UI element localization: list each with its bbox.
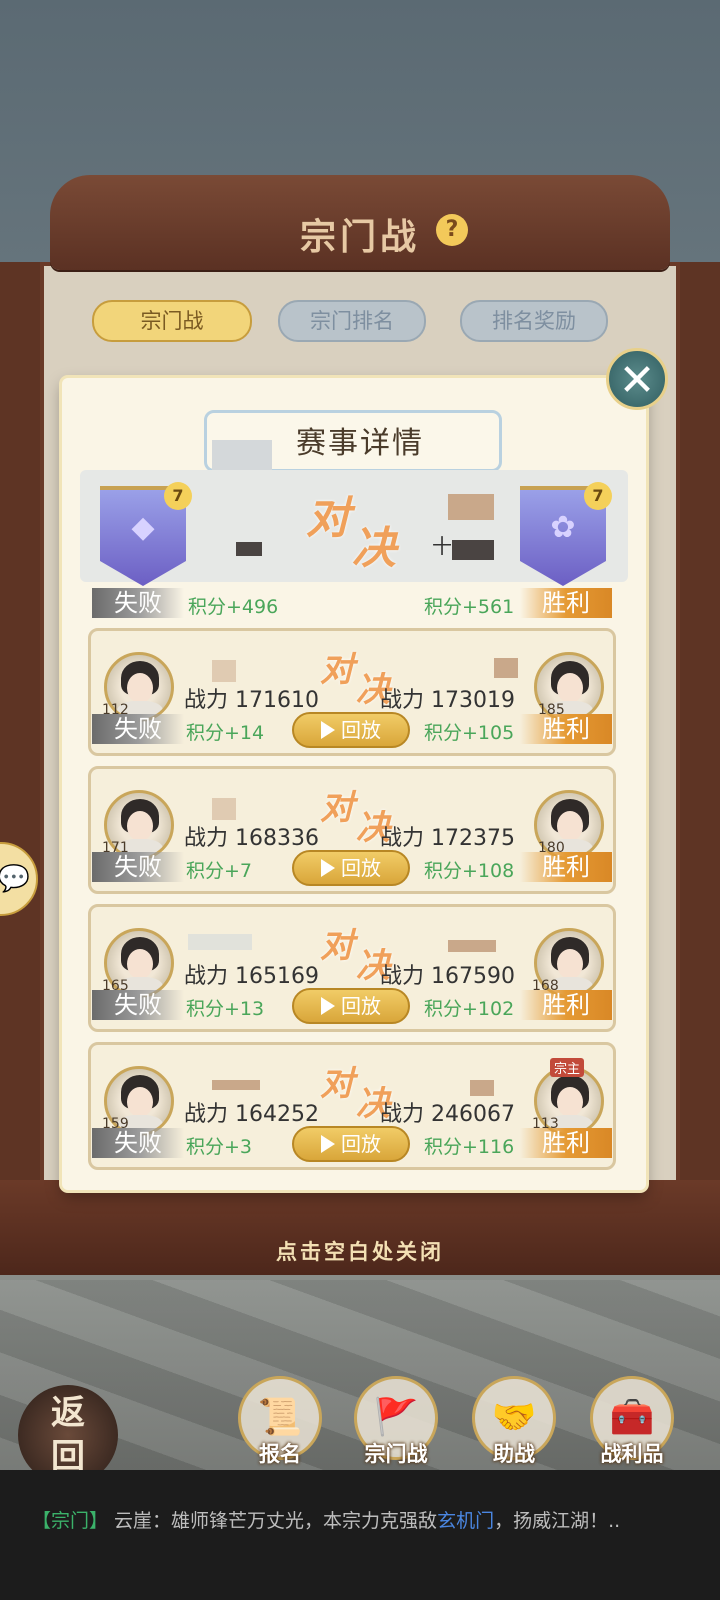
left-player-power: 战力 164252 [184, 1102, 319, 1127]
chat-text: 云崖：雄师锋芒万丈光，本宗力克强敌 [108, 1510, 438, 1532]
close-hint[interactable]: 点击空白处关闭 [0, 1236, 720, 1266]
chat-bar[interactable] [0, 1470, 720, 1600]
chat-text-end: ，扬威江湖！.. [494, 1510, 621, 1532]
left-sect-name-masked [212, 440, 272, 470]
replay-label: 回放 [341, 856, 381, 880]
close-icon[interactable]: ✕ [606, 348, 668, 410]
right-player-points: 积分+108 [424, 860, 515, 882]
lose-tag: 失败 [92, 852, 184, 882]
nav-sect-war[interactable]: 宗门战 [346, 1438, 446, 1468]
vs-label-a: 对 [320, 926, 354, 966]
vs-label-a: 对 [320, 1064, 354, 1104]
left-player-points: 积分+3 [186, 1136, 253, 1158]
left-pillar [0, 262, 40, 1262]
lose-tag: 失败 [92, 1128, 184, 1158]
right-sect-level: 7 [584, 482, 612, 510]
vs-label-a: 对 [306, 493, 350, 544]
right-player-power: 战力 172375 [380, 826, 515, 851]
replay-button[interactable]: 回放 [292, 850, 410, 886]
win-tag: 胜利 [520, 990, 612, 1020]
right-player-name-masked [494, 658, 518, 678]
lose-tag: 失败 [92, 714, 184, 744]
chat-channel: 【宗门】 [32, 1510, 109, 1532]
play-icon [321, 997, 335, 1015]
right-player-name-masked [470, 1080, 494, 1096]
replay-label: 回放 [341, 994, 381, 1018]
chat-sect-link[interactable]: 玄机门 [437, 1510, 494, 1532]
right-player-points: 积分+116 [424, 1136, 515, 1158]
left-player-power: 战力 165169 [184, 964, 319, 989]
left-sect-emblem-icon: ◆ [131, 510, 155, 545]
left-player-points: 积分+7 [186, 860, 253, 882]
win-tag: 胜利 [520, 1128, 612, 1158]
left-player-name-masked [212, 798, 236, 820]
summary-left-points: 积分+496 [188, 596, 279, 618]
right-player-points: 积分+105 [424, 722, 515, 744]
chat-message[interactable]: 【宗门】 云崖：雄师锋芒万丈光，本宗力克强敌玄机门，扬威江湖！.. [32, 1506, 620, 1533]
vs-label-a: 对 [320, 650, 354, 690]
left-player-name-masked [212, 660, 236, 682]
vs-label-a: 对 [320, 788, 354, 828]
replay-button[interactable]: 回放 [292, 1126, 410, 1162]
left-player-name-masked [212, 1080, 260, 1090]
right-player-power: 战力 246067 [380, 1102, 515, 1127]
sect-leader-badge: 宗主 [550, 1058, 585, 1077]
left-sect-level: 7 [164, 482, 192, 510]
tab-sect-ranking[interactable]: 宗门排名 [278, 300, 426, 342]
back-label: 返回 [51, 1393, 85, 1477]
left-player-points: 积分+13 [186, 998, 265, 1020]
dialog-title: 赛事详情 [296, 426, 424, 461]
replay-label: 回放 [341, 1132, 381, 1156]
right-player-power: 战力 173019 [380, 688, 515, 713]
play-icon [321, 721, 335, 739]
panel-title: 宗门战 [299, 217, 420, 258]
nav-register[interactable]: 报名 [230, 1438, 330, 1468]
tab-ranking-rewards[interactable]: 排名奖励 [460, 300, 608, 342]
replay-label: 回放 [341, 718, 381, 742]
win-tag: 胜利 [520, 714, 612, 744]
right-sect-name: 十 [432, 534, 452, 558]
left-player-points: 积分+14 [186, 722, 265, 744]
win-tag: 胜利 [520, 852, 612, 882]
play-icon [321, 859, 335, 877]
right-player-name-masked [448, 940, 496, 952]
nav-assist[interactable]: 助战 [464, 1438, 564, 1468]
play-icon [321, 1135, 335, 1153]
right-player-points: 积分+102 [424, 998, 515, 1020]
summary-right-points: 积分+561 [424, 596, 515, 618]
right-pillar [680, 262, 720, 1262]
replay-button[interactable]: 回放 [292, 712, 410, 748]
nav-loot[interactable]: 战利品 [582, 1438, 682, 1468]
help-icon[interactable]: ? [436, 214, 468, 246]
left-player-power: 战力 168336 [184, 826, 319, 851]
lose-tag: 失败 [92, 990, 184, 1020]
tab-sect-war[interactable]: 宗门战 [92, 300, 252, 342]
left-player-power: 战力 171610 [184, 688, 319, 713]
right-player-power: 战力 167590 [380, 964, 515, 989]
right-sect-name-masked [448, 494, 494, 520]
right-sect-name-masked [452, 540, 494, 560]
summary-win-tag: 胜利 [520, 588, 612, 618]
left-player-name-masked [188, 934, 252, 950]
left-sect-name-masked [236, 542, 262, 556]
replay-button[interactable]: 回放 [292, 988, 410, 1024]
summary-lose-tag: 失败 [92, 588, 184, 618]
right-sect-emblem-icon: ✿ [550, 510, 576, 545]
vs-label-b: 决 [352, 523, 396, 574]
